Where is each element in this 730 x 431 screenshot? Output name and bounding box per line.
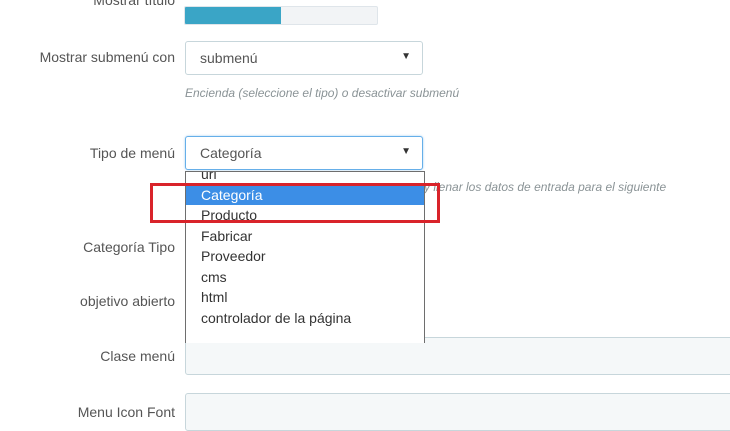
- submenu-help: Encienda (seleccione el tipo) o desactiv…: [185, 86, 460, 100]
- submenu-select[interactable]: submenú ▼: [185, 41, 423, 75]
- menu-icon-font-label: Menu Icon Font: [77, 404, 175, 420]
- menu-type-label: Tipo de menú: [89, 145, 175, 161]
- menu-class-label: Clase menú: [100, 348, 175, 364]
- show-title-toggle[interactable]: [184, 6, 378, 25]
- chevron-down-icon: ▼: [401, 51, 411, 62]
- dropdown-option-fabricar[interactable]: Fabricar: [186, 226, 424, 247]
- chevron-down-icon: ▼: [401, 146, 411, 157]
- menu-type-help: y llenar los datos de entrada para el si…: [424, 180, 667, 194]
- submenu-label: Mostrar submenú con: [39, 49, 175, 65]
- dropdown-option-categoria[interactable]: Categoría: [186, 184, 424, 205]
- show-title-label: Mostrar título: [93, 0, 175, 8]
- menu-type-select[interactable]: Categoría ▼: [185, 136, 423, 170]
- dropdown-option-url[interactable]: url: [186, 172, 424, 185]
- category-type-label: Categoría Tipo: [83, 239, 175, 255]
- dropdown-option-producto[interactable]: Producto: [186, 205, 424, 226]
- dropdown-option-cms[interactable]: cms: [186, 267, 424, 288]
- open-target-label: objetivo abierto: [80, 293, 175, 309]
- toggle-on-segment[interactable]: [185, 7, 281, 24]
- menu-icon-font-input[interactable]: [185, 393, 730, 431]
- submenu-select-value: submenú: [200, 50, 258, 66]
- dropdown-option-html[interactable]: html: [186, 287, 424, 308]
- menu-type-select-value: Categoría: [200, 145, 262, 161]
- menu-type-dropdown-list[interactable]: url Categoría Producto Fabricar Proveedo…: [185, 171, 425, 343]
- dropdown-option-proveedor[interactable]: Proveedor: [186, 246, 424, 267]
- dropdown-option-controlador[interactable]: controlador de la página: [186, 308, 424, 329]
